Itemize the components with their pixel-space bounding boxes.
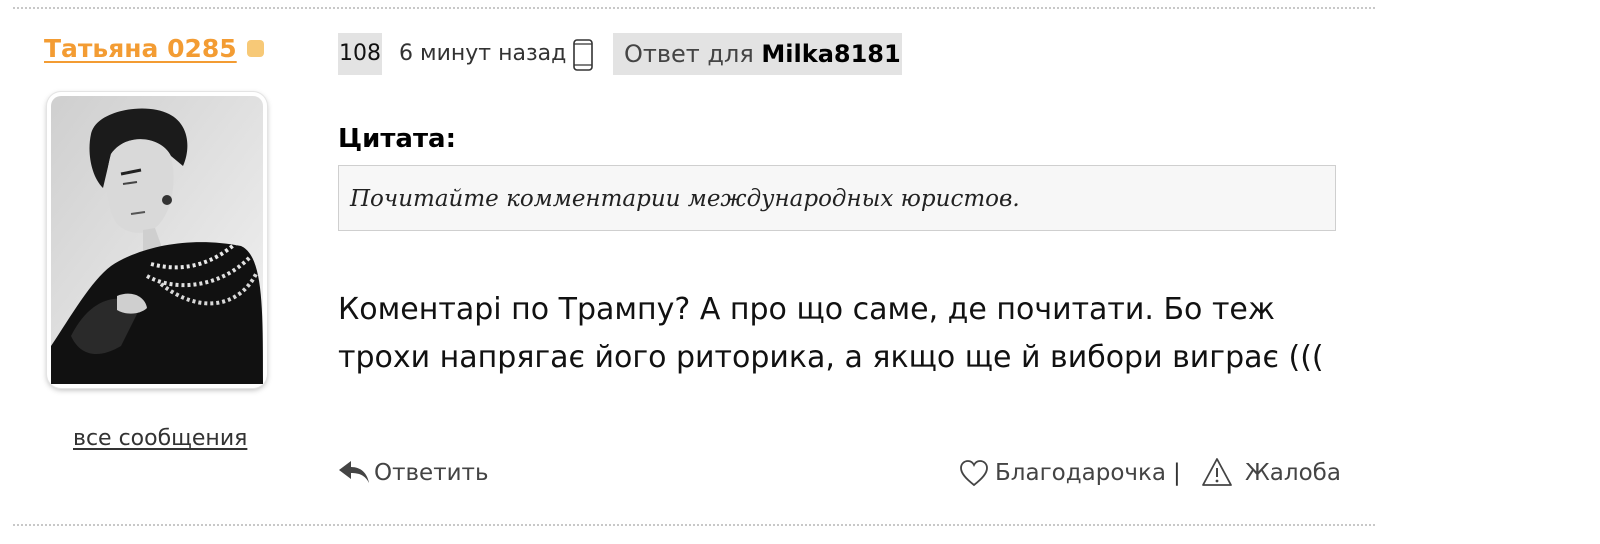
bottom-divider (13, 524, 1375, 526)
all-posts-link[interactable]: все сообщения (73, 426, 247, 451)
actions-separator: | (1173, 460, 1181, 486)
avatar-photo (51, 96, 263, 384)
thanks-label: Благодарочка (995, 460, 1166, 486)
complaint-label: Жалоба (1245, 460, 1341, 486)
quote-box: Почитайте комментарии международных юрис… (338, 165, 1336, 231)
heart-icon (960, 460, 988, 487)
thanks-button[interactable]: Благодарочка (959, 455, 1166, 491)
post-time: 6 минут назад (399, 41, 567, 66)
reply-label: Ответить (374, 460, 489, 486)
reply-to-label: Ответ для (624, 40, 754, 68)
post-number-badge[interactable]: 108 (338, 33, 382, 75)
reply-button[interactable]: Ответить (338, 455, 489, 491)
reply-arrow-icon (339, 461, 369, 483)
avatar[interactable] (47, 92, 267, 388)
reply-to-badge[interactable]: Ответ для Milka8181 (613, 33, 902, 75)
quote-title: Цитата: (338, 124, 456, 154)
post-message: Коментарі по Трампу? А про що саме, де п… (338, 292, 1324, 375)
online-status-dot (247, 40, 264, 57)
reply-to-user[interactable]: Milka8181 (761, 40, 900, 68)
warning-triangle-icon (1202, 458, 1232, 486)
mobile-phone-icon (573, 39, 593, 75)
top-divider (13, 7, 1375, 9)
complaint-button[interactable]: Жалоба (1201, 455, 1341, 491)
